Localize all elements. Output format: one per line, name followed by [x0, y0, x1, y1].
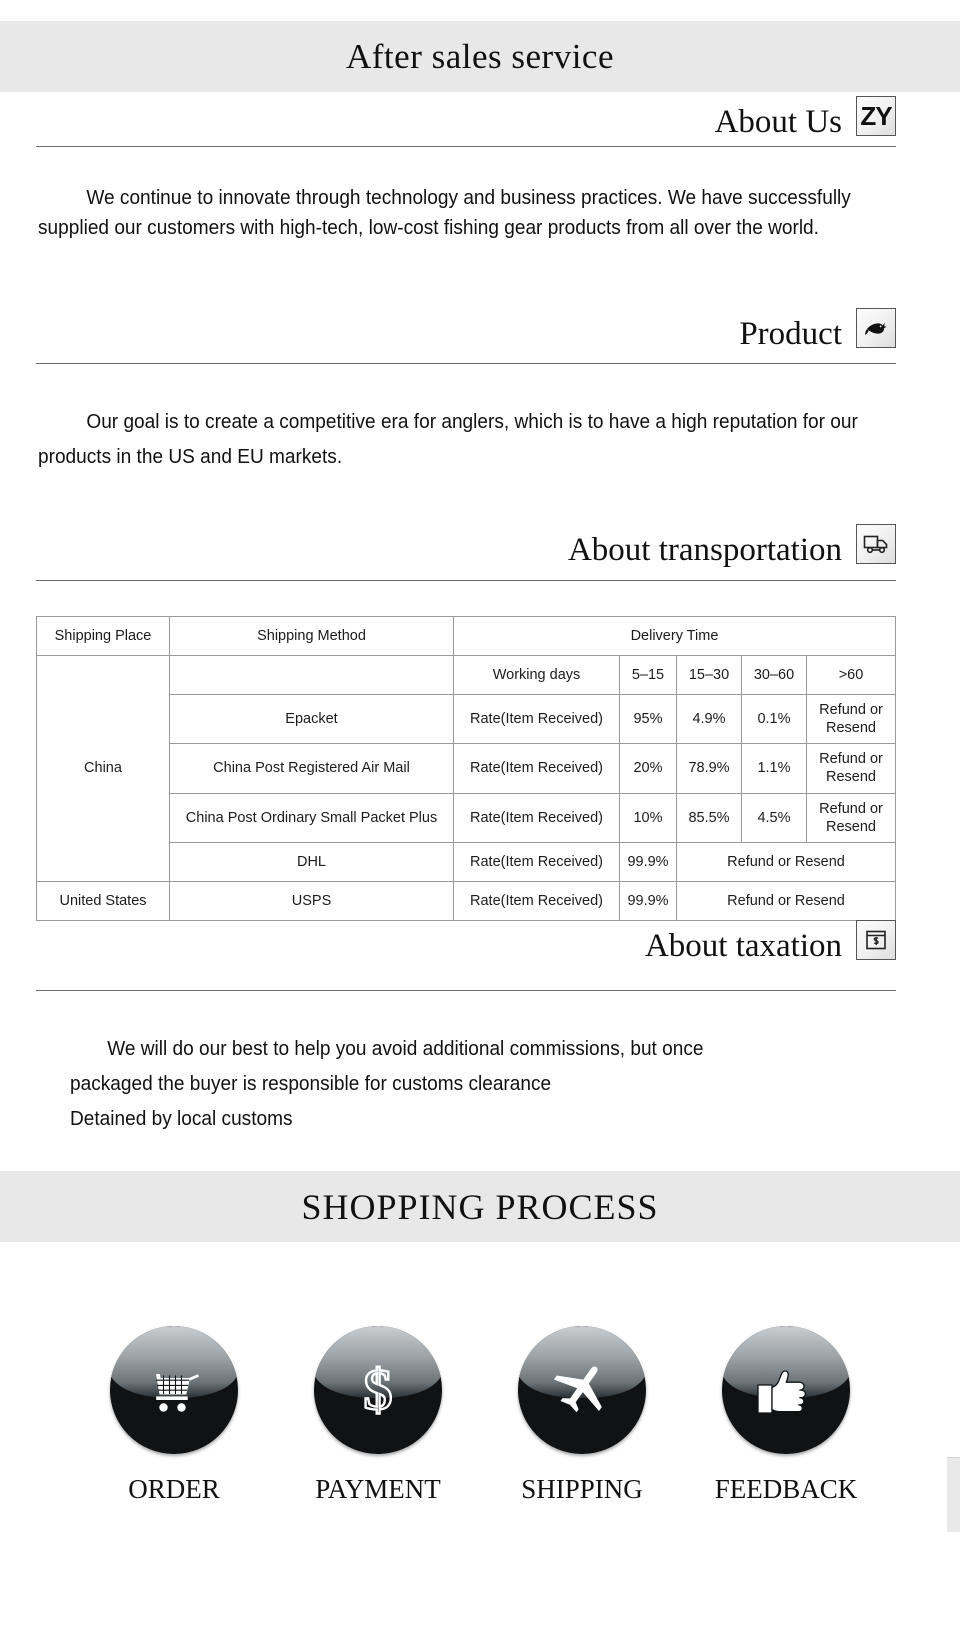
- delivery-truck-icon: [856, 524, 896, 564]
- subheader-working-days: Working days: [453, 655, 620, 695]
- taxation-title: About taxation: [644, 928, 842, 965]
- vertical-scrollbar[interactable]: [947, 1457, 960, 1532]
- shopping-process-banner: SHOPPING PROCESS: [0, 1171, 960, 1242]
- cell-rate-label: Rate(Item Received): [453, 880, 620, 921]
- cell-method-china-post-ordinary: China Post Ordinary Small Packet Plus: [169, 792, 454, 843]
- transportation-divider: [36, 580, 896, 581]
- cell-method-dhl: DHL: [169, 841, 454, 882]
- payment-orb: $: [314, 1326, 442, 1454]
- product-heading-row: Product: [36, 308, 896, 353]
- about-us-paragraph: We continue to innovate through technolo…: [38, 186, 851, 239]
- about-us-title: About Us: [714, 104, 842, 141]
- after-sales-service-banner: After sales service: [0, 21, 960, 92]
- product-title: Product: [739, 316, 842, 353]
- product-divider: [36, 363, 896, 364]
- cell-place-united-states: United States: [36, 880, 170, 921]
- airplane-icon: [553, 1366, 602, 1413]
- cell-method-epacket: Epacket: [169, 693, 454, 745]
- step-label-shipping: SHIPPING: [521, 1474, 643, 1504]
- step-payment: $ PAYMENT: [313, 1326, 443, 1503]
- money-bill-icon: [856, 920, 896, 960]
- cell-value-5-15: 20%: [619, 743, 677, 794]
- fish-icon: [856, 308, 896, 348]
- page-title: After sales service: [346, 37, 614, 76]
- subheader-range-5-15: 5–15: [619, 655, 677, 695]
- header-shipping-method: Shipping Method: [169, 616, 454, 656]
- product-paragraph: Our goal is to create a competitive era …: [38, 410, 858, 468]
- step-order: ORDER: [109, 1326, 239, 1503]
- cell-merged-refund-or-resend: Refund or Resend: [676, 880, 896, 921]
- taxation-paragraph-line-2: packaged the buyer is responsible for cu…: [70, 1072, 552, 1095]
- cell-value-5-15: 99.9%: [619, 880, 677, 921]
- cell-value-5-15: 95%: [619, 693, 677, 745]
- cell-rate-label: Rate(Item Received): [453, 792, 620, 843]
- cell-rate-label: Rate(Item Received): [453, 693, 620, 745]
- subheader-range-30-60: 30–60: [741, 655, 807, 695]
- subheader-range-15-30: 15–30: [676, 655, 742, 695]
- cell-value-over-60: Refund or Resend: [806, 792, 896, 843]
- cell-method-china-post-registered: China Post Registered Air Mail: [169, 743, 454, 794]
- taxation-paragraph-line-1: We will do our best to help you avoid ad…: [107, 1037, 704, 1060]
- taxation-paragraph-line-3: Detained by local customs: [70, 1107, 293, 1130]
- cell-value-30-60: 4.5%: [741, 792, 807, 843]
- step-label-feedback: FEEDBACK: [714, 1474, 858, 1504]
- transportation-heading-row: About transportation: [36, 524, 896, 569]
- cell-value-15-30: 85.5%: [676, 792, 742, 843]
- feedback-orb: [722, 1326, 850, 1454]
- cell-value-5-15: 10%: [619, 792, 677, 843]
- shopping-process-steps: ORDER $ PAYMENT SHIPPING FEEDBACK: [0, 1326, 960, 1503]
- cell-value-30-60: 1.1%: [741, 743, 807, 794]
- cell-empty-method: [169, 655, 454, 695]
- step-label-order: ORDER: [128, 1474, 220, 1504]
- dollar-sign-icon: $: [362, 1357, 393, 1423]
- cell-value-15-30: 78.9%: [676, 743, 742, 794]
- shopping-cart-icon: [149, 1374, 199, 1412]
- taxation-divider: [36, 990, 896, 991]
- svg-text:$: $: [364, 1357, 393, 1422]
- table-subheader-row: China Working days 5–15 15–30 30–60 >60: [36, 655, 896, 882]
- cell-merged-refund-or-resend: Refund or Resend: [676, 841, 896, 882]
- taxation-heading-row: About taxation: [36, 920, 896, 965]
- zy-monogram-icon: ZY: [856, 96, 896, 136]
- cell-place-china: China: [36, 655, 170, 882]
- about-us-heading-row: About Us ZY: [36, 96, 896, 141]
- step-feedback: FEEDBACK: [715, 1326, 857, 1503]
- cell-value-5-15: 99.9%: [619, 841, 677, 882]
- shipping-delivery-table: Shipping Place Shipping Method Delivery …: [36, 616, 896, 921]
- shipping-orb: [518, 1326, 646, 1454]
- shopping-process-title: SHOPPING PROCESS: [301, 1186, 659, 1227]
- cell-value-15-30: 4.9%: [676, 693, 742, 745]
- step-shipping: SHIPPING: [517, 1326, 647, 1503]
- table-header-row: Shipping Place Shipping Method Delivery …: [36, 616, 896, 656]
- table-row: United States USPS Rate(Item Received) 9…: [36, 880, 896, 921]
- cell-rate-label: Rate(Item Received): [453, 841, 620, 882]
- cell-value-30-60: 0.1%: [741, 693, 807, 745]
- step-label-payment: PAYMENT: [315, 1474, 441, 1504]
- cell-method-usps: USPS: [169, 880, 454, 921]
- header-delivery-time: Delivery Time: [453, 616, 896, 656]
- thumbs-up-icon: [757, 1370, 807, 1414]
- header-shipping-place: Shipping Place: [36, 616, 170, 656]
- cell-value-over-60: Refund or Resend: [806, 693, 896, 745]
- transportation-title: About transportation: [567, 532, 842, 569]
- about-us-divider: [36, 146, 896, 147]
- order-orb: [110, 1326, 238, 1454]
- cell-value-over-60: Refund or Resend: [806, 743, 896, 794]
- subheader-range-over-60: >60: [806, 655, 896, 695]
- cell-rate-label: Rate(Item Received): [453, 743, 620, 794]
